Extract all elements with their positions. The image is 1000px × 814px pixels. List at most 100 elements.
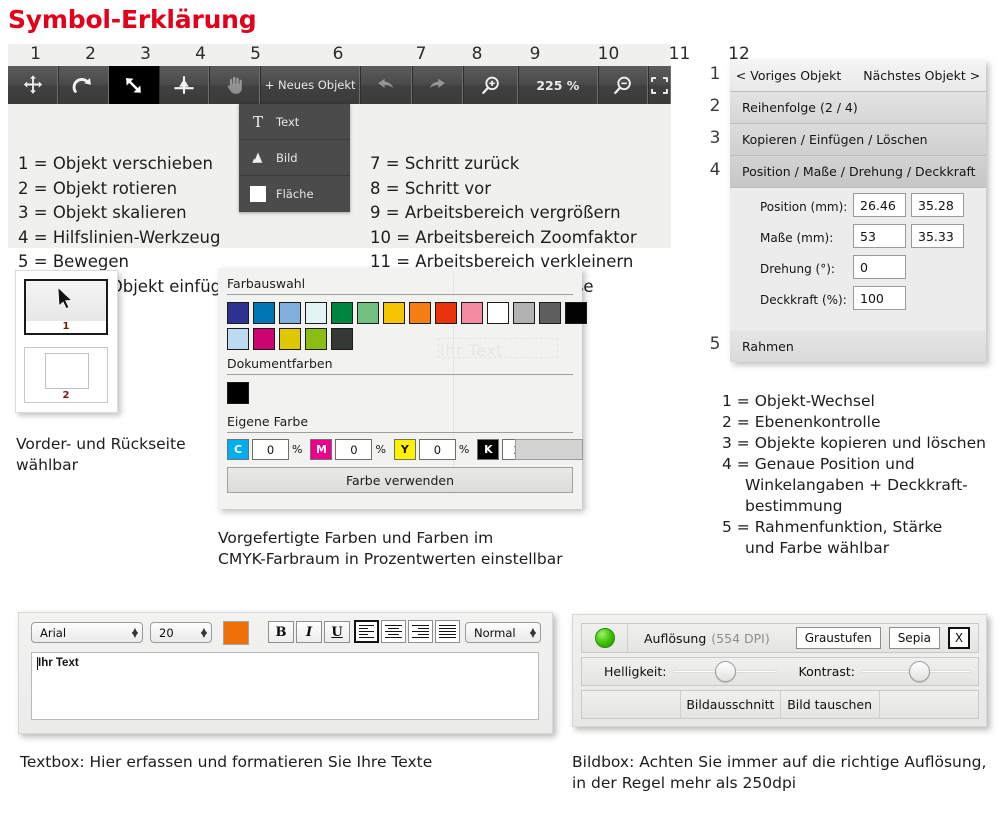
chevron-updown-icon: ▲ ▼	[200, 625, 207, 639]
page-thumbnail-panel[interactable]: 1 2	[15, 270, 118, 413]
color-swatch-r2-3[interactable]	[279, 328, 301, 350]
swatch-row-2[interactable]	[227, 328, 353, 350]
filled-square-icon	[250, 186, 266, 202]
copy-paste-delete-row[interactable]: Kopieren / Einfügen / Löschen	[730, 124, 986, 156]
size-field-label: Maße (mm):	[760, 231, 834, 245]
chevron-updown-icon: ▲ ▼	[131, 625, 138, 639]
marker-4: 4	[709, 160, 721, 180]
image-status-bar[interactable]: Auflösung (554 DPI) Graustufen Sepia X	[581, 623, 979, 653]
cmyk-m-cell[interactable]: M 0%	[310, 439, 386, 460]
tool-zoom-out[interactable]	[597, 66, 649, 104]
align-left-button[interactable]	[354, 620, 379, 643]
color-swatch-r1-14[interactable]	[565, 302, 587, 324]
cmyk-m-input[interactable]: 0	[335, 439, 373, 460]
swatch-row-1[interactable]	[227, 302, 587, 324]
color-swatch-r2-5[interactable]	[331, 328, 353, 350]
color-swatch-r2-1[interactable]	[227, 328, 249, 350]
image-adjust-bar[interactable]: Helligkeit: Kontrast:	[581, 657, 979, 686]
text-color-swatch[interactable]	[223, 621, 249, 645]
color-swatch-r1-8[interactable]	[409, 302, 431, 324]
tool-redo[interactable]	[411, 66, 464, 104]
align-center-button[interactable]	[381, 620, 406, 643]
image-actions-bar[interactable]: Bildausschnitt Bild tauschen	[581, 690, 979, 719]
menu-item-shape[interactable]: Fläche	[239, 176, 350, 212]
object-nav-row[interactable]: < Voriges Objekt Nächstes Objekt >	[730, 60, 986, 92]
toolbar-number-7: 7	[415, 44, 427, 64]
align-right-button[interactable]	[408, 620, 433, 643]
prev-object-button[interactable]: < Voriges Objekt	[736, 68, 841, 83]
cmyk-y-input[interactable]: 0	[418, 439, 456, 460]
brightness-slider[interactable]	[672, 661, 777, 682]
color-swatch-r1-6[interactable]	[357, 302, 379, 324]
color-swatch-r2-2[interactable]	[253, 328, 275, 350]
color-swatch-r1-5[interactable]	[331, 302, 353, 324]
frame-row[interactable]: Rahmen	[730, 330, 986, 362]
position-size-row[interactable]: Position / Maße / Drehung / Deckkraft	[730, 156, 986, 188]
image-box-panel[interactable]: Auflösung (554 DPI) Graustufen Sepia X H…	[572, 614, 987, 727]
italic-button[interactable]: I	[296, 621, 322, 643]
cmyk-input-row[interactable]: C0%M0%Y0%K20%	[227, 439, 553, 460]
sepia-button[interactable]: Sepia	[888, 627, 940, 649]
cmyk-c-cell[interactable]: C 0%	[227, 439, 302, 460]
color-swatch-r1-11[interactable]	[487, 302, 509, 324]
text-style-select[interactable]: Normal ▲ ▼	[465, 622, 541, 643]
size-height-input[interactable]: 35.33	[911, 224, 964, 248]
color-swatch-r1-12[interactable]	[513, 302, 535, 324]
color-swatch-r1-10[interactable]	[461, 302, 483, 324]
tool-move[interactable]	[8, 66, 59, 104]
font-family-select[interactable]: Arial ▲ ▼	[31, 622, 143, 643]
color-swatch-r1-2[interactable]	[253, 302, 275, 324]
main-toolbar[interactable]: + Neues Objekt 225 %	[8, 66, 672, 104]
cmyk-y-cell[interactable]: Y 0%	[393, 439, 469, 460]
new-object-dropdown[interactable]: T Text Bild Fläche	[239, 104, 350, 212]
thumbnail-page-1[interactable]: 1	[24, 279, 108, 335]
cmyk-c-input[interactable]: 0	[252, 439, 289, 460]
underline-button[interactable]: U	[324, 621, 350, 643]
tool-new-object[interactable]: + Neues Objekt	[259, 66, 361, 104]
color-swatch-r1-3[interactable]	[279, 302, 301, 324]
tool-zoom-value[interactable]: 225 %	[518, 66, 598, 104]
font-size-select[interactable]: 20 ▲ ▼	[150, 622, 212, 643]
zoom-value-label: 225 %	[536, 77, 580, 93]
size-width-input[interactable]: 53	[853, 224, 906, 248]
toolbar-number-10: 10	[597, 44, 620, 64]
order-row[interactable]: Reihenfolge (2 / 4)	[730, 92, 986, 124]
color-swatch-r1-13[interactable]	[539, 302, 561, 324]
bold-button[interactable]: B	[268, 621, 294, 643]
rotation-input[interactable]: 0	[853, 255, 906, 279]
tool-guides[interactable]	[159, 66, 210, 104]
color-swatch-r1-9[interactable]	[435, 302, 457, 324]
opacity-input[interactable]: 100	[853, 286, 906, 310]
text-input-area[interactable]: Ihr Text	[31, 652, 539, 720]
apply-color-button[interactable]: Farbe verwenden	[227, 467, 573, 493]
color-picker-panel[interactable]: Ihr Text Farbauswahl Dokumentfarben Eige…	[218, 268, 587, 509]
next-object-button[interactable]: Nächstes Objekt >	[863, 68, 980, 83]
position-y-input[interactable]: 35.28	[911, 193, 964, 217]
object-properties-panel[interactable]: < Voriges Objekt Nächstes Objekt > Reihe…	[730, 60, 986, 362]
menu-item-image[interactable]: Bild	[239, 140, 350, 176]
color-swatch-r1-7[interactable]	[383, 302, 405, 324]
contrast-slider[interactable]	[861, 661, 971, 682]
tool-fullscreen[interactable]	[648, 66, 672, 104]
menu-item-text[interactable]: T Text	[239, 104, 350, 140]
color-swatch-r1-4[interactable]	[305, 302, 327, 324]
color-swatch-r1-1[interactable]	[227, 302, 249, 324]
tool-hand[interactable]	[209, 66, 260, 104]
tool-scale[interactable]	[108, 66, 160, 104]
crop-button[interactable]: Bildausschnitt	[681, 691, 781, 718]
position-fields-area[interactable]: Position (mm): 26.46 35.28 Maße (mm): 53…	[730, 188, 986, 331]
text-box-panel[interactable]: Arial ▲ ▼ 20 ▲ ▼ B I U Normal ▲ ▼ Ihr Text	[18, 612, 553, 734]
grayscale-button[interactable]: Graustufen	[795, 627, 881, 649]
close-image-button[interactable]: X	[948, 627, 970, 649]
tool-zoom-in[interactable]	[463, 66, 519, 104]
color-swatch-r2-4[interactable]	[305, 328, 327, 350]
thumbnail-page-2[interactable]: 2	[24, 347, 108, 403]
align-justify-button[interactable]	[435, 620, 460, 643]
tool-undo[interactable]	[360, 66, 412, 104]
replace-image-button[interactable]: Bild tauschen	[781, 691, 880, 718]
document-colors-row[interactable]	[227, 382, 249, 404]
object-panel-legend: 1 = Objekt-Wechsel 2 = Ebenenkontrolle 3 =…	[722, 391, 992, 559]
tool-rotate[interactable]	[58, 66, 109, 104]
position-x-input[interactable]: 26.46	[853, 193, 906, 217]
document-color-swatch-1[interactable]	[227, 382, 249, 404]
